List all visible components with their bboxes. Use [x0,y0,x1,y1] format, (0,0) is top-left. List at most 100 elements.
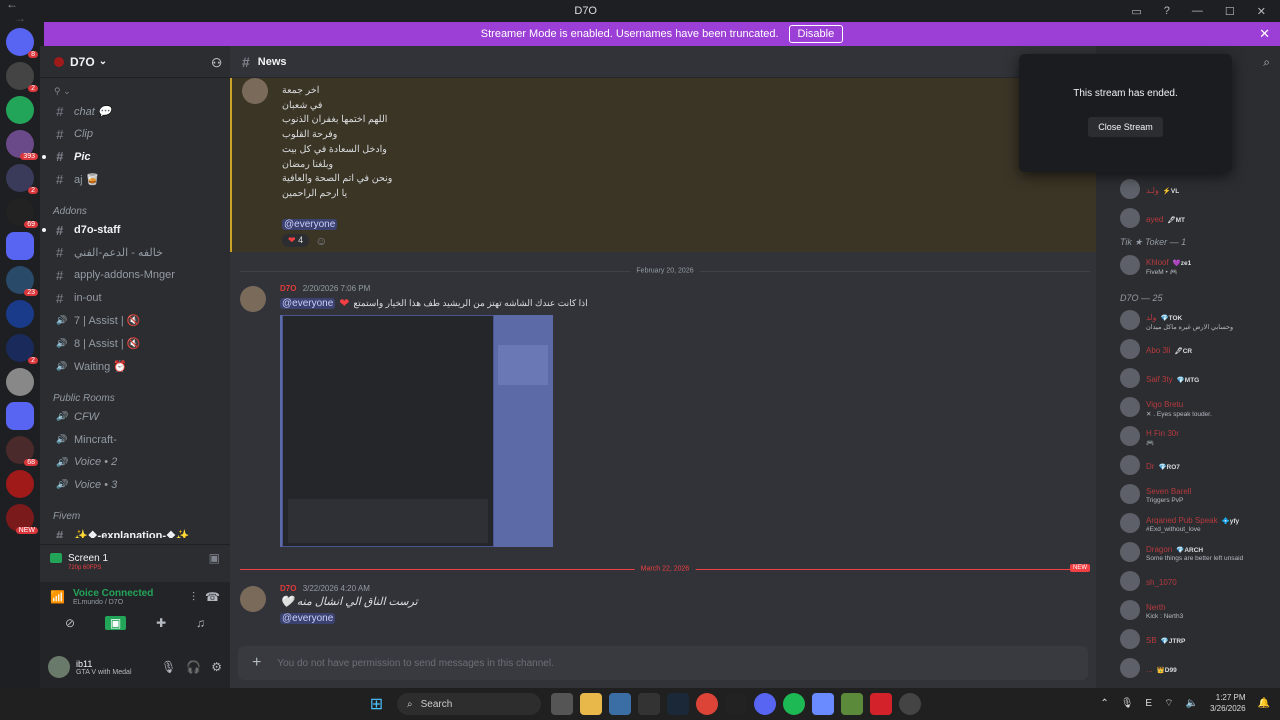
task-view-icon[interactable] [550,693,573,715]
close-banner-icon[interactable]: ✕ [1259,26,1270,42]
text-channel[interactable]: # Pic [40,145,230,168]
guild-icon[interactable] [6,300,34,328]
notifications-icon[interactable]: 🔔 [1258,698,1270,709]
voice-location[interactable]: ELmundo / D7O [73,599,153,606]
text-channel[interactable]: # chat 💬 [40,100,230,123]
member-item[interactable]: H Fin 30r 🎮 [1096,421,1280,450]
game-icon[interactable] [724,693,747,715]
add-reaction-icon[interactable]: ☺ [315,234,327,248]
everyone-mention[interactable]: @everyone [282,218,338,230]
help-icon[interactable]: ? [1164,5,1170,18]
guild-icon[interactable]: 2 [6,164,38,194]
member-item[interactable]: Seven Barell Triggers PvP [1096,479,1280,508]
reaction[interactable]: ❤ 4 [282,234,310,248]
close-button[interactable]: ✕ [1257,5,1266,18]
language-indicator[interactable]: E [1145,698,1152,709]
plus-icon[interactable]: + [252,654,261,672]
microphone-icon[interactable]: 🎙 [1121,698,1134,709]
avatar[interactable] [240,286,266,312]
guild-icon[interactable]: 68 [6,436,38,466]
text-channel[interactable]: # apply-addons-Mnger [40,264,230,287]
author-name[interactable]: D7O [280,284,296,293]
member-item[interactable]: ولـد ⚡VL [1096,174,1280,203]
collapsed-category[interactable]: ⚲ ⌄ [40,86,230,100]
app-icon[interactable] [637,693,660,715]
stop-stream-icon[interactable]: ▣ [209,551,220,565]
text-channel[interactable]: # d7o-staff [40,219,230,242]
member-item[interactable]: ... 👑D99 [1096,653,1280,682]
folder-icon[interactable] [6,402,34,430]
search-icon[interactable]: ⌕ [1263,55,1270,70]
avatar[interactable] [240,586,266,612]
soundboard-icon[interactable]: ♫ [196,616,205,630]
guild-icon[interactable]: 2 [6,334,38,364]
everyone-mention[interactable]: @everyone [280,297,336,309]
noise-icon[interactable]: ⫶ [192,590,195,605]
member-item[interactable]: Arqaned Pub Speak 💠yfy #Exd_without_love [1096,508,1280,537]
member-item[interactable]: Dr 💎RO7 [1096,450,1280,479]
member-item[interactable]: ayed 🖋MT [1096,203,1280,232]
channel-category[interactable]: Addons [40,197,230,219]
voice-channel[interactable]: 🔊 CFW [40,406,230,429]
guild-icon[interactable] [6,368,34,396]
voice-channel[interactable]: 🔊 Waiting ⏰ [40,355,230,378]
guild-icon[interactable] [6,470,34,498]
text-channel[interactable]: # ✨❖-explanation-❖✨ [40,524,230,538]
guild-icon[interactable] [6,96,34,124]
disconnect-icon[interactable]: ☎ [205,590,220,604]
avatar[interactable] [242,78,268,104]
member-item[interactable]: SB 💎JTRP [1096,624,1280,653]
member-item[interactable]: Dragon 💎ARCH Some things are better left u… [1096,537,1280,566]
member-item[interactable]: sh_1070 [1096,566,1280,595]
app-icon[interactable] [811,693,834,715]
voice-channel[interactable]: 🔊 8 | Assist | 🔇 [40,332,230,355]
back-icon[interactable]: ← [6,0,18,11]
channel-category[interactable]: Fivem [40,502,230,524]
settings-icon[interactable] [898,693,921,715]
minimize-button[interactable]: — [1192,5,1203,18]
microphone-icon[interactable]: 🎙 [161,660,176,674]
server-header[interactable]: D7O ⌄ ⚇ [40,46,230,78]
discord-home-icon[interactable]: 8 [6,28,38,58]
maximize-button[interactable]: ☐ [1225,5,1235,18]
screen-share-icon[interactable]: ▣ [104,616,127,630]
inbox-icon[interactable]: ▭ [1131,5,1141,18]
wifi-icon[interactable]: ⌔ [1164,697,1173,710]
chrome-icon[interactable] [695,693,718,715]
acrobat-icon[interactable] [869,693,892,715]
channel-category[interactable]: Public Rooms [40,384,230,406]
discord-icon[interactable] [753,693,776,715]
activities-icon[interactable]: ✚ [156,616,166,630]
windows-start-icon[interactable]: ⊞ [366,693,388,715]
text-channel[interactable]: # in-out [40,287,230,310]
disable-streamer-button[interactable]: Disable [788,25,844,43]
steam-icon[interactable] [666,693,689,715]
member-item[interactable]: Khloof 💜ze1 FiveM • 🎮 [1096,250,1280,279]
member-item[interactable]: ولد 💎TOK وحسابي الارض غيره ماكل ميدان [1096,305,1280,334]
taskbar-search[interactable]: ⌕ Search [397,693,541,715]
text-channel[interactable]: # خالفه - الدعم-الفني [40,241,230,264]
camera-off-icon[interactable]: ⊘ [65,616,75,630]
guild-icon[interactable]: 2 [6,62,38,92]
close-stream-button[interactable]: Close Stream [1088,117,1163,137]
text-channel[interactable]: # Clip [40,123,230,146]
guild-icon[interactable]: NEW [6,504,38,534]
image-attachment[interactable] [280,314,553,547]
member-item[interactable]: Vigo Bretu ✕ . Eyes speak louder. [1096,392,1280,421]
voice-channel[interactable]: 🔊 7 | Assist | 🔇 [40,310,230,333]
username[interactable]: ib11 [76,659,132,669]
member-item[interactable]: Abo 3li 🖋CR [1096,334,1280,363]
folder-icon[interactable] [6,232,34,260]
voice-channel[interactable]: 🔊 Mincraft- [40,428,230,451]
store-icon[interactable] [608,693,631,715]
author-name[interactable]: D7O [280,584,296,593]
spotify-icon[interactable] [782,693,805,715]
text-channel[interactable]: # aj 🥃 [40,168,230,191]
member-item[interactable]: Saif 3ty 💎MTG [1096,363,1280,392]
clock[interactable]: 1:27 PM 3/26/2026 [1210,692,1246,714]
everyone-mention[interactable]: @everyone [280,612,336,624]
avatar[interactable] [48,656,70,678]
voice-channel[interactable]: 🔊 Voice • 2 [40,451,230,474]
minecraft-icon[interactable] [840,693,863,715]
file-explorer-icon[interactable] [579,693,602,715]
